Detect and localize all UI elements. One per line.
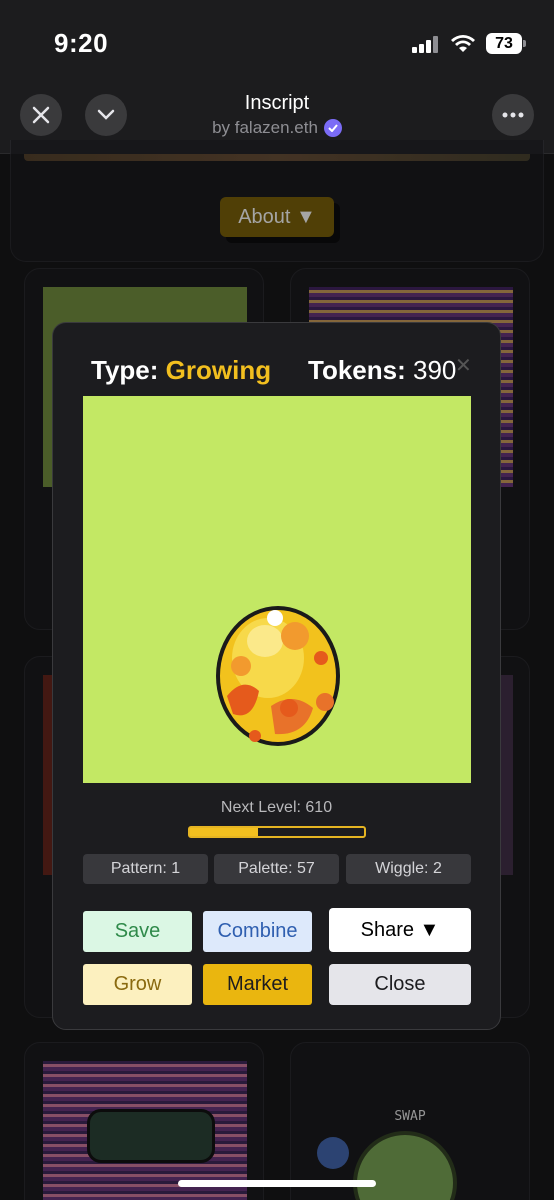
app-subtitle: by falazen.eth (0, 118, 554, 138)
wifi-icon (451, 35, 475, 52)
share-button[interactable]: Share ▼ (329, 908, 471, 952)
app-author: by falazen.eth (212, 118, 318, 137)
level-progress-fill (190, 828, 258, 836)
signal-icon (412, 36, 440, 53)
modal-close-icon[interactable]: ✕ (455, 353, 472, 378)
type-value: Growing (165, 355, 272, 385)
tokens-label: Tokens: (308, 355, 406, 385)
tokens-line: Tokens: 390 (308, 355, 456, 386)
home-indicator[interactable] (178, 1180, 376, 1187)
palette-stat: Palette: 57 (214, 854, 339, 884)
egg-sprite (216, 606, 340, 746)
status-bar: 9:20 73 (0, 0, 554, 86)
market-button[interactable]: Market (203, 964, 312, 1005)
tokens-value: 390 (413, 355, 457, 385)
type-label: Type: (91, 355, 159, 385)
nft-detail-modal: Type: Growing Tokens: 390 ✕ Next Level: … (52, 322, 501, 1030)
combine-button[interactable]: Combine (203, 911, 312, 952)
type-line: Type: Growing (91, 355, 271, 386)
verified-icon (323, 119, 342, 137)
level-progress-bar (188, 826, 366, 838)
next-level-text: Next Level: 610 (220, 799, 333, 816)
status-time: 9:20 (54, 28, 109, 58)
more-icon (502, 112, 524, 118)
more-button[interactable] (492, 94, 534, 136)
pattern-stat: Pattern: 1 (83, 854, 208, 884)
app-title: Inscript (244, 92, 310, 114)
battery-icon: 73 (486, 33, 526, 54)
close-modal-button[interactable]: Close (329, 964, 471, 1005)
grow-button[interactable]: Grow (83, 964, 192, 1005)
wiggle-stat: Wiggle: 2 (346, 854, 471, 884)
nft-canvas (83, 396, 471, 783)
save-button[interactable]: Save (83, 911, 192, 952)
